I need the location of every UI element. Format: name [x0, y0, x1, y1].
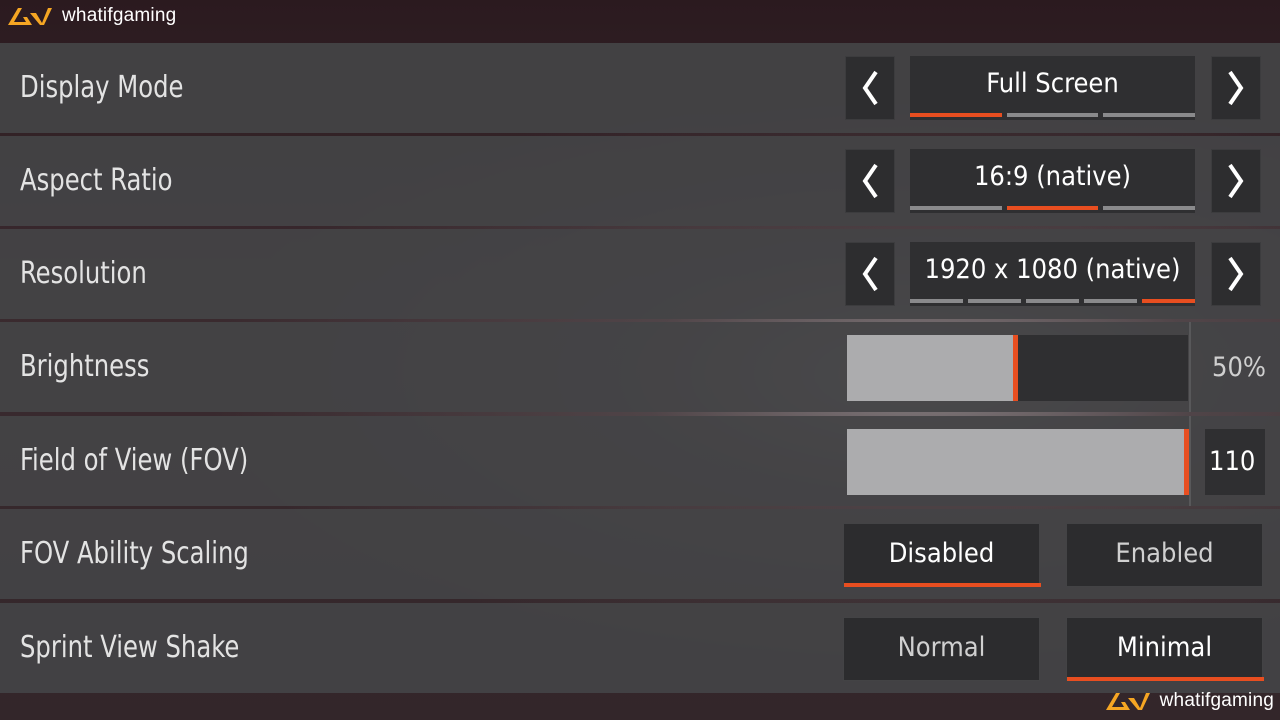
option-selector[interactable]: Full Screen — [910, 56, 1195, 120]
setting-label: Aspect Ratio — [20, 163, 173, 198]
setting-row-resolution: Resolution 1920 x 1080 (native) — [0, 229, 1280, 319]
enabled-option-button[interactable]: Enabled — [1066, 523, 1263, 587]
option-label: Normal — [897, 632, 986, 663]
normal-option-button[interactable]: Normal — [843, 617, 1040, 681]
setting-label: Field of View (FOV) — [20, 443, 249, 478]
slider-handle[interactable] — [1013, 335, 1018, 401]
chevron-left-icon — [862, 70, 878, 106]
slider-fill — [847, 335, 1014, 401]
selected-indicator — [844, 583, 1041, 587]
prev-button[interactable] — [845, 149, 895, 213]
brand-logo-bottom: whatifgaming — [1104, 690, 1274, 712]
option-selector[interactable]: 16:9 (native) — [910, 149, 1195, 213]
divider — [1189, 322, 1191, 412]
selected-value: Full Screen — [986, 68, 1119, 99]
disabled-option-button[interactable]: Disabled — [843, 523, 1041, 587]
setting-row-sprint-view-shake: Sprint View Shake Normal Minimal — [0, 603, 1280, 693]
option-indicator — [1084, 299, 1137, 303]
setting-label: Brightness — [20, 349, 150, 384]
slider-fill — [847, 429, 1185, 495]
brand-text: whatifgaming — [62, 5, 177, 26]
option-indicator — [1007, 113, 1098, 117]
option-indicator — [910, 113, 1002, 117]
chevron-right-icon — [1228, 70, 1244, 106]
option-indicator — [1007, 206, 1098, 210]
next-button[interactable] — [1211, 56, 1261, 120]
selected-value: 1920 x 1080 (native) — [924, 254, 1181, 285]
option-label: Enabled — [1115, 538, 1214, 569]
option-selector[interactable]: 1920 x 1080 (native) — [910, 242, 1195, 306]
brand-logo-top: whatifgaming — [6, 5, 176, 27]
setting-row-aspect-ratio: Aspect Ratio 16:9 (native) — [0, 136, 1280, 226]
whatifgaming-logo-icon — [1104, 690, 1152, 712]
chevron-left-icon — [862, 163, 878, 199]
setting-row-fov: Field of View (FOV) 110 — [0, 416, 1280, 506]
minimal-option-button[interactable]: Minimal — [1066, 617, 1264, 681]
next-button[interactable] — [1211, 242, 1261, 306]
option-indicator — [1103, 206, 1195, 210]
setting-label: Resolution — [20, 256, 147, 291]
divider — [1189, 416, 1191, 506]
next-button[interactable] — [1211, 149, 1261, 213]
option-indicator — [968, 299, 1021, 303]
setting-label: Sprint View Shake — [20, 630, 240, 665]
whatifgaming-logo-icon — [6, 5, 54, 27]
option-label: Minimal — [1116, 632, 1213, 663]
option-indicator — [1026, 299, 1079, 303]
chevron-right-icon — [1228, 163, 1244, 199]
brightness-slider[interactable] — [847, 335, 1188, 401]
setting-label: Display Mode — [20, 70, 184, 105]
option-indicator — [910, 299, 963, 303]
option-indicator — [910, 206, 1002, 210]
setting-row-brightness: Brightness 50% — [0, 322, 1280, 412]
option-indicator — [1142, 299, 1195, 303]
selected-value: 16:9 (native) — [973, 161, 1132, 192]
prev-button[interactable] — [845, 242, 895, 306]
brightness-value: 50% — [1212, 352, 1266, 383]
fov-value-input[interactable]: 110 — [1205, 429, 1265, 495]
option-indicator — [1103, 113, 1195, 117]
option-label: Disabled — [888, 538, 995, 569]
setting-row-fov-ability-scaling: FOV Ability Scaling Disabled Enabled — [0, 509, 1280, 599]
setting-label: FOV Ability Scaling — [20, 536, 249, 571]
chevron-left-icon — [862, 256, 878, 292]
selected-indicator — [1067, 677, 1264, 681]
setting-row-display-mode: Display Mode Full Screen — [0, 43, 1280, 133]
fov-slider[interactable] — [847, 429, 1189, 495]
chevron-right-icon — [1228, 256, 1244, 292]
brand-text: whatifgaming — [1159, 690, 1274, 711]
prev-button[interactable] — [845, 56, 895, 120]
